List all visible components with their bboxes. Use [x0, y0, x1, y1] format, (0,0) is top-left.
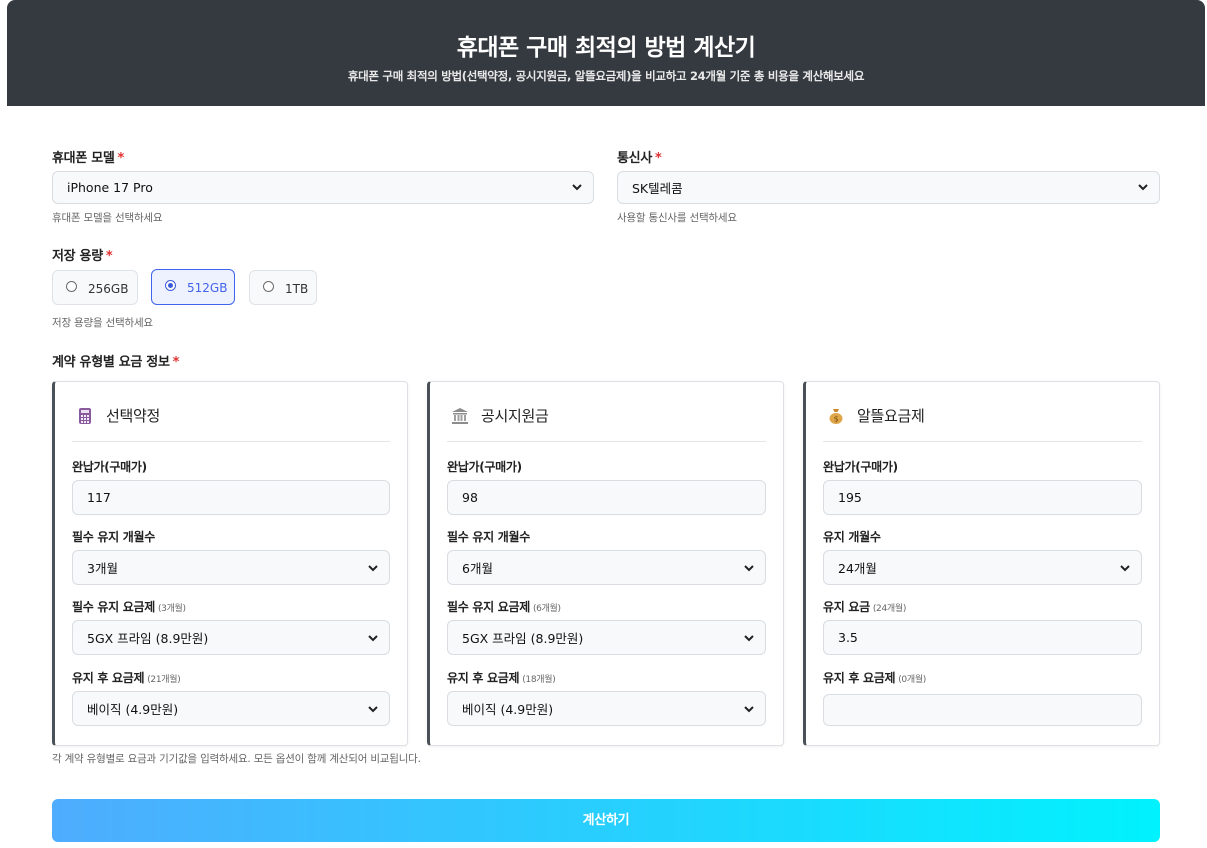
- storage-label: 저장 용량 *: [52, 249, 113, 264]
- plan-select[interactable]: 5GX 프라임 (8.9만원): [72, 620, 390, 655]
- card-divider: [72, 441, 390, 442]
- months-label: 유지 개월수: [823, 530, 881, 544]
- page-header: 휴대폰 구매 최적의 방법 계산기 휴대폰 구매 최적의 방법(선택약정, 공시…: [7, 0, 1205, 106]
- chevron-down-icon: [744, 706, 754, 713]
- months-label: 필수 유지 개월수: [447, 530, 530, 544]
- chevron-down-icon: [368, 706, 378, 713]
- bank-icon: [452, 407, 468, 424]
- months-label: 필수 유지 개월수: [72, 530, 155, 544]
- model-label: 휴대폰 모델 *: [52, 151, 125, 166]
- carrier-select-value: SK텔레콤: [632, 181, 683, 196]
- after-plan-label: 유지 후 요금제 (21개월): [72, 671, 181, 685]
- card-divider: [447, 441, 766, 442]
- months-select[interactable]: 24개월: [823, 550, 1142, 585]
- after-plan-select[interactable]: 베이직 (4.9만원): [72, 691, 390, 726]
- price-label: 완납가(구매가): [72, 460, 147, 474]
- plan-card-selective-contract: 선택약정 완납가(구매가) 117 필수 유지 개월수 3개월 필수 유지 요금…: [52, 381, 408, 746]
- months-select[interactable]: 6개월: [447, 550, 766, 585]
- radio-button[interactable]: [263, 281, 274, 292]
- plan-card-budget-plan: $ 알뜰요금제 완납가(구매가) 195 유지 개월수 24개월 유지 요금 (2…: [803, 381, 1160, 746]
- chevron-down-icon: [368, 635, 378, 642]
- card-title: 공시지원금: [451, 405, 549, 426]
- plan-card-public-subsidy: 공시지원금 완납가(구매가) 98 필수 유지 개월수 6개월 필수 유지 요금…: [427, 381, 784, 746]
- chevron-down-icon: [744, 565, 754, 572]
- storage-option-256gb[interactable]: 256GB: [52, 270, 138, 305]
- required-mark: *: [105, 249, 113, 264]
- after-plan-label: 유지 후 요금제 (18개월): [447, 671, 556, 685]
- model-help: 휴대폰 모델을 선택하세요: [52, 212, 163, 224]
- required-mark: *: [117, 151, 125, 166]
- price-label: 완납가(구매가): [447, 460, 522, 474]
- carrier-select[interactable]: SK텔레콤: [617, 171, 1160, 204]
- radio-button-selected[interactable]: [165, 280, 176, 291]
- storage-option-label: 512GB: [187, 281, 228, 295]
- plans-label: 계약 유형별 요금 정보 *: [52, 355, 180, 370]
- chevron-down-icon: [1120, 565, 1130, 572]
- chevron-down-icon: [572, 184, 582, 191]
- required-mark: *: [654, 151, 662, 166]
- calculate-button[interactable]: 계산하기: [52, 799, 1160, 842]
- calculator-page: 휴대폰 구매 최적의 방법 계산기 휴대폰 구매 최적의 방법(선택약정, 공시…: [0, 0, 1207, 848]
- model-select-value: iPhone 17 Pro: [67, 180, 153, 195]
- plan-select[interactable]: 5GX 프라임 (8.9만원): [447, 620, 766, 655]
- months-select[interactable]: 3개월: [72, 550, 390, 585]
- carrier-label: 통신사 *: [617, 151, 662, 166]
- card-title: 선택약정: [76, 405, 160, 426]
- model-select[interactable]: iPhone 17 Pro: [52, 171, 594, 204]
- chevron-down-icon: [368, 565, 378, 572]
- svg-text:$: $: [834, 414, 839, 423]
- price-label: 완납가(구매가): [823, 460, 898, 474]
- plans-help: 각 계약 유형별로 요금과 기기값을 입력하세요. 모든 옵션이 함께 계산되어…: [52, 753, 421, 765]
- money-bag-icon: $: [829, 408, 843, 424]
- storage-option-label: 1TB: [285, 282, 309, 296]
- monthly-fee-label: 유지 요금 (24개월): [823, 600, 907, 614]
- after-plan-input[interactable]: [823, 694, 1142, 726]
- after-plan-label: 유지 후 요금제 (0개월): [823, 671, 927, 685]
- chevron-down-icon: [1138, 184, 1148, 191]
- required-mark: *: [172, 355, 180, 370]
- card-divider: [823, 441, 1142, 442]
- price-input[interactable]: 195: [823, 480, 1142, 515]
- radio-button[interactable]: [66, 281, 77, 292]
- card-title: $ 알뜰요금제: [827, 405, 925, 426]
- carrier-help: 사용할 통신사를 선택하세요: [617, 212, 737, 224]
- price-input[interactable]: 98: [447, 480, 766, 515]
- after-plan-select[interactable]: 베이직 (4.9만원): [447, 691, 766, 726]
- storage-option-1tb[interactable]: 1TB: [249, 270, 317, 305]
- plan-label: 필수 유지 요금제 (3개월): [72, 600, 186, 614]
- plan-label: 필수 유지 요금제 (6개월): [447, 600, 561, 614]
- page-subtitle: 휴대폰 구매 최적의 방법(선택약정, 공시지원금, 알뜰요금제)을 비교하고 …: [347, 69, 865, 83]
- storage-option-label: 256GB: [88, 282, 129, 296]
- page-title: 휴대폰 구매 최적의 방법 계산기: [456, 35, 756, 61]
- price-input[interactable]: 117: [72, 480, 390, 515]
- storage-help: 저장 용량을 선택하세요: [52, 317, 153, 329]
- chevron-down-icon: [744, 635, 754, 642]
- storage-option-512gb[interactable]: 512GB: [151, 269, 235, 305]
- calculator-icon: [79, 407, 91, 424]
- monthly-fee-input[interactable]: 3.5: [823, 620, 1142, 655]
